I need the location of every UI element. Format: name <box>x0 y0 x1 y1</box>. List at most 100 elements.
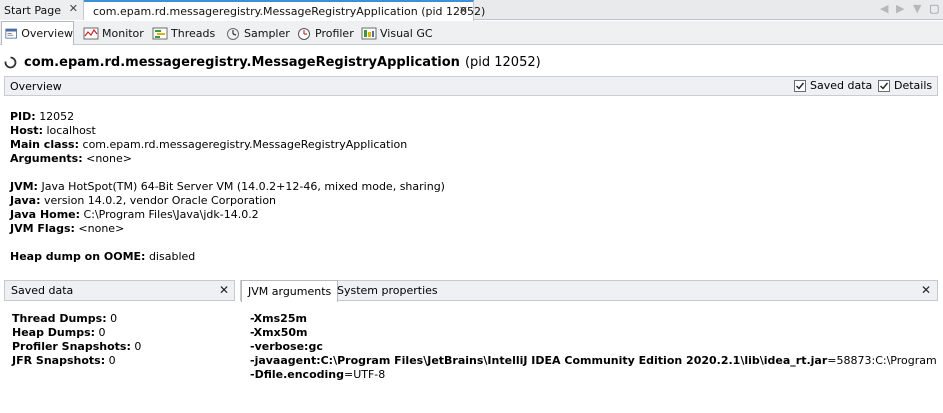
java-home-value: C:\Program Files\Java\jdk-14.0.2 <box>83 208 259 221</box>
scroll-left-icon[interactable]: ◀ <box>880 2 888 15</box>
jvm-argument-name: -Dfile.encoding <box>250 368 344 381</box>
thread-dumps-key: Thread Dumps: <box>12 312 107 325</box>
tab-application[interactable]: com.epam.rd.messageregistry.MessageRegis… <box>84 0 485 21</box>
tab-application-label: com.epam.rd.messageregistry.MessageRegis… <box>93 5 486 18</box>
arguments-key: Arguments: <box>10 152 83 165</box>
jvm-row: JVM: Java HotSpot(TM) 64-Bit Server VM (… <box>10 180 445 194</box>
tab-threads[interactable]: Threads <box>149 23 215 44</box>
threads-icon <box>152 27 168 39</box>
jfr-snapshots-row: JFR Snapshots: 0 <box>12 354 116 367</box>
host-value: localhost <box>46 124 96 137</box>
jvm-argument-value: =UTF-8 <box>343 368 386 381</box>
jvm-value: Java HotSpot(TM) 64-Bit Server VM (14.0.… <box>41 180 445 193</box>
overview-section-title: Overview <box>10 79 62 93</box>
jvm-argument-name: -Xmx50m <box>250 326 308 339</box>
heap-dump-row: Heap dump on OOME: disabled <box>10 250 195 264</box>
heap-dump-key: Heap dump on OOME: <box>10 250 146 263</box>
profiler-snapshots-row: Profiler Snapshots: 0 <box>12 340 141 353</box>
tab-start-page-label: Start Page <box>4 3 61 17</box>
checkbox-checked-icon <box>878 79 890 92</box>
java-home-key: Java Home: <box>10 208 81 221</box>
main-class-value: com.epam.rd.messageregistry.MessageRegis… <box>82 138 408 151</box>
tab-profiler-label: Profiler <box>315 27 354 40</box>
jvm-argument-value: =58873:C:\Program Files\JetBr <box>827 354 938 367</box>
jvm-argument-name: -verbose:gc <box>250 340 323 353</box>
jfr-snapshots-key: JFR Snapshots: <box>12 354 106 367</box>
tab-list-dropdown-icon[interactable]: ▼ <box>913 2 921 15</box>
tab-sampler-label: Sampler <box>244 27 290 40</box>
details-checkbox-label: Details <box>894 79 933 92</box>
tab-jvm-arguments-label: JVM arguments <box>248 285 332 298</box>
loading-spinner-icon <box>4 56 17 68</box>
close-icon[interactable]: ✕ <box>69 2 78 15</box>
tab-sampler[interactable]: Sampler <box>222 23 290 44</box>
document-tab-strip: Start Page ✕ com.epam.rd.messageregistry… <box>0 0 943 21</box>
heap-dump-value: disabled <box>148 250 196 263</box>
sampler-icon <box>227 27 239 40</box>
scroll-right-icon[interactable]: ▶ <box>896 2 904 15</box>
java-home-row: Java Home: C:\Program Files\Java\jdk-14.… <box>10 208 259 222</box>
view-tab-bar: Overview Monitor Threads Sampler Profile… <box>0 21 943 45</box>
close-icon[interactable]: ✕ <box>459 4 468 17</box>
jvm-argument-name: -javaagent:C:\Program Files\JetBrains\In… <box>250 354 828 367</box>
heap-dumps-row: Heap Dumps: 0 <box>12 326 106 339</box>
tab-overview[interactable]: Overview <box>1 21 74 45</box>
saved-data-pane-header: Saved data ✕ <box>4 280 235 301</box>
application-name: com.epam.rd.messageregistry.MessageRegis… <box>24 54 460 70</box>
pid-key: PID: <box>10 110 36 123</box>
tab-visual-gc[interactable]: Visual GC <box>358 23 433 44</box>
jfr-snapshots-value: 0 <box>108 354 116 367</box>
visual-gc-icon <box>361 27 377 39</box>
page-title: com.epam.rd.messageregistry.MessageRegis… <box>4 53 541 71</box>
host-row: Host: localhost <box>10 124 96 138</box>
overview-section-header: Overview Saved data Details <box>4 76 938 96</box>
heap-dumps-value: 0 <box>98 326 106 339</box>
jvm-key: JVM: <box>10 180 38 193</box>
tab-system-properties-label: System properties <box>337 284 438 297</box>
host-key: Host: <box>10 124 43 137</box>
jvm-argument-row: -javaagent:C:\Program Files\JetBrains\In… <box>250 354 938 367</box>
close-icon[interactable]: ✕ <box>921 283 931 297</box>
profiler-snapshots-value: 0 <box>134 340 142 353</box>
java-value: version 14.0.2, vendor Oracle Corporatio… <box>44 194 277 207</box>
arguments-row: Arguments: <none> <box>10 152 132 166</box>
tab-system-properties[interactable]: System properties <box>331 280 444 301</box>
main-class-row: Main class: com.epam.rd.messageregistry.… <box>10 138 407 152</box>
maximize-icon[interactable]: ▢ <box>929 2 939 15</box>
tab-threads-label: Threads <box>171 27 216 40</box>
tab-start-page[interactable]: Start Page ✕ <box>0 0 84 20</box>
saved-data-pane-title: Saved data <box>11 284 74 297</box>
monitor-icon <box>83 27 99 39</box>
jvm-argument-row: -Xms25m <box>250 312 307 325</box>
jvm-flags-row: JVM Flags: <none> <box>10 222 124 236</box>
tab-overview-label: Overview <box>21 27 73 40</box>
heap-dumps-key: Heap Dumps: <box>12 326 96 339</box>
arguments-value: <none> <box>86 152 132 165</box>
saved-data-checkbox[interactable]: Saved data <box>794 79 872 92</box>
jvm-flags-key: JVM Flags: <box>10 222 75 235</box>
tab-profiler[interactable]: Profiler <box>293 23 354 44</box>
application-pid: (pid 12052) <box>464 54 541 70</box>
jvm-argument-name: -Xms25m <box>250 312 307 325</box>
pid-value: 12052 <box>39 110 75 123</box>
profiler-icon <box>298 27 310 40</box>
jvm-argument-row: -verbose:gc <box>250 340 323 353</box>
checkbox-checked-icon <box>794 79 806 92</box>
jvm-flags-value: <none> <box>78 222 125 235</box>
thread-dumps-value: 0 <box>110 312 118 325</box>
overview-icon <box>5 28 17 39</box>
java-row: Java: version 14.0.2, vendor Oracle Corp… <box>10 194 276 208</box>
tab-monitor[interactable]: Monitor <box>80 23 144 44</box>
details-checkbox[interactable]: Details <box>878 79 932 92</box>
details-pane-header: JVM arguments System properties ✕ <box>240 280 938 302</box>
tab-jvm-arguments[interactable]: JVM arguments <box>241 280 339 302</box>
main-class-key: Main class: <box>10 138 80 151</box>
saved-data-checkbox-label: Saved data <box>810 79 873 92</box>
pid-row: PID: 12052 <box>10 110 74 124</box>
thread-dumps-row: Thread Dumps: 0 <box>12 312 117 325</box>
jvm-argument-row: -Dfile.encoding=UTF-8 <box>250 368 385 381</box>
profiler-snapshots-key: Profiler Snapshots: <box>12 340 131 353</box>
java-key: Java: <box>10 194 41 207</box>
tab-monitor-label: Monitor <box>102 27 144 40</box>
close-icon[interactable]: ✕ <box>219 283 229 297</box>
